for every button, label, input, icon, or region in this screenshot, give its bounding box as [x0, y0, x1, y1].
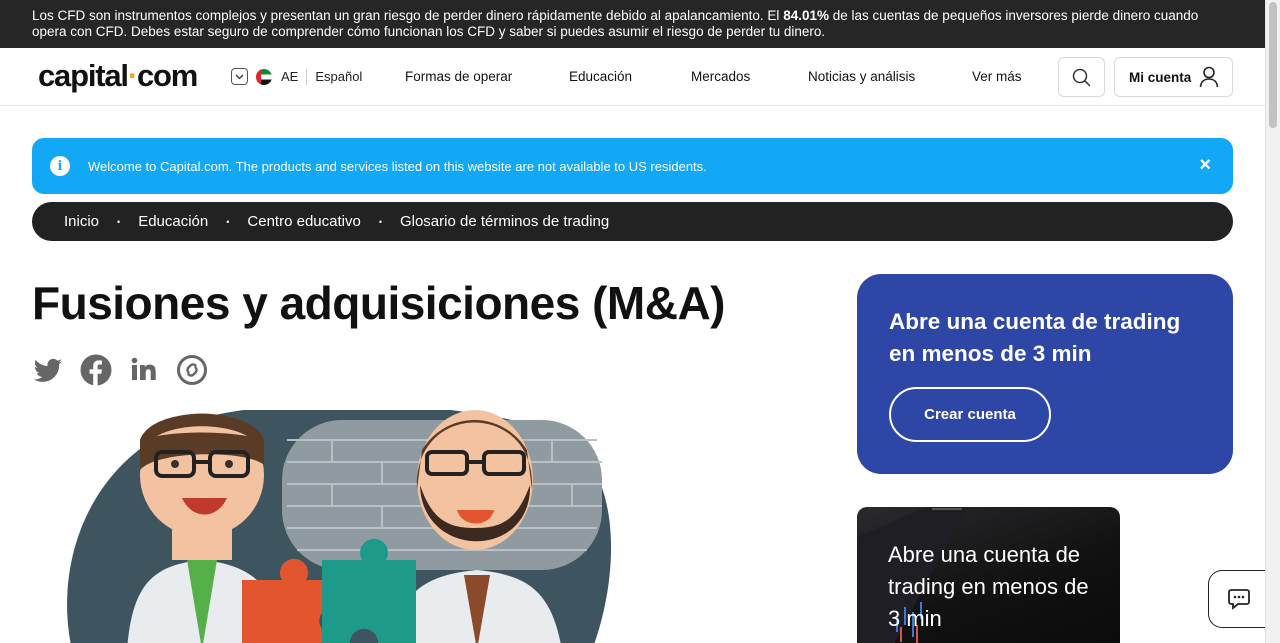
- breadcrumb: Inicio • Educación • Centro educativo • …: [32, 202, 1233, 241]
- nav-noticias-y-analisis[interactable]: Noticias y análisis: [808, 69, 915, 84]
- divider: [306, 68, 308, 85]
- nav-formas-de-operar[interactable]: Formas de operar: [405, 69, 512, 84]
- create-account-button[interactable]: Crear cuenta: [889, 387, 1051, 442]
- breadcrumb-educacion[interactable]: Educación: [138, 213, 208, 230]
- info-icon: i: [50, 156, 70, 176]
- breadcrumb-inicio[interactable]: Inicio: [64, 213, 99, 230]
- nav-educacion[interactable]: Educación: [569, 69, 632, 84]
- promo-text: Abre una cuenta de trading en menos de 3…: [888, 542, 1089, 631]
- user-icon: [1199, 66, 1219, 88]
- chevron-down-icon[interactable]: [231, 68, 248, 85]
- risk-warning-banner: Los CFD son instrumentos complejos y pre…: [0, 0, 1265, 48]
- region-code[interactable]: AE: [281, 69, 298, 84]
- close-icon[interactable]: ×: [1199, 154, 1211, 177]
- my-account-button[interactable]: Mi cuenta: [1114, 57, 1233, 97]
- language-label[interactable]: Español: [315, 69, 362, 84]
- search-icon: [1072, 68, 1091, 86]
- page-title: Fusiones y adquisiciones (M&A): [32, 277, 726, 329]
- open-account-card: Abre una cuenta de trading en menos de 3…: [857, 274, 1233, 474]
- top-navigation: capital·com AE Español Formas de operar …: [0, 48, 1265, 106]
- nav-mercados[interactable]: Mercados: [691, 69, 750, 84]
- logo-dot: ·: [127, 58, 138, 93]
- twitter-icon[interactable]: [32, 354, 64, 386]
- page: Los CFD son instrumentos complejos y pre…: [0, 0, 1280, 643]
- breadcrumb-separator: •: [378, 216, 382, 227]
- logo-part-com: com: [136, 58, 198, 93]
- cta-heading: Abre una cuenta de trading en menos de 3…: [889, 309, 1181, 366]
- promo-banner[interactable]: Abre una cuenta de trading en menos de 3…: [857, 507, 1120, 643]
- nav-ver-mas[interactable]: Ver más: [972, 69, 1022, 84]
- region-language-selector[interactable]: AE Español: [231, 68, 362, 85]
- article-hero-illustration: [32, 410, 632, 643]
- uae-flag-icon: [256, 68, 272, 85]
- linkedin-icon[interactable]: [128, 354, 160, 386]
- breadcrumb-centro-educativo[interactable]: Centro educativo: [247, 213, 360, 230]
- search-button[interactable]: [1058, 57, 1105, 97]
- us-residents-notice: i Welcome to Capital.com. The products a…: [32, 138, 1233, 194]
- risk-text-start: Los CFD son instrumentos complejos y pre…: [32, 8, 784, 23]
- page-scrollbar[interactable]: [1265, 0, 1280, 643]
- breadcrumb-separator: •: [117, 216, 121, 227]
- scrollbar-thumb[interactable]: [1269, 2, 1277, 128]
- risk-percent: 84.01%: [783, 8, 829, 23]
- chat-icon: [1227, 589, 1250, 610]
- facebook-icon[interactable]: [80, 354, 112, 386]
- breadcrumb-glosario[interactable]: Glosario de términos de trading: [400, 213, 609, 230]
- logo-part-capital: capital: [38, 58, 129, 93]
- copy-link-icon[interactable]: [176, 354, 208, 386]
- my-account-label: Mi cuenta: [1129, 69, 1192, 85]
- share-bar: [32, 354, 208, 386]
- capital-logo[interactable]: capital·com: [38, 58, 198, 94]
- chat-widget-button[interactable]: [1208, 570, 1268, 628]
- breadcrumb-separator: •: [226, 216, 230, 227]
- notice-text: Welcome to Capital.com. The products and…: [88, 158, 707, 174]
